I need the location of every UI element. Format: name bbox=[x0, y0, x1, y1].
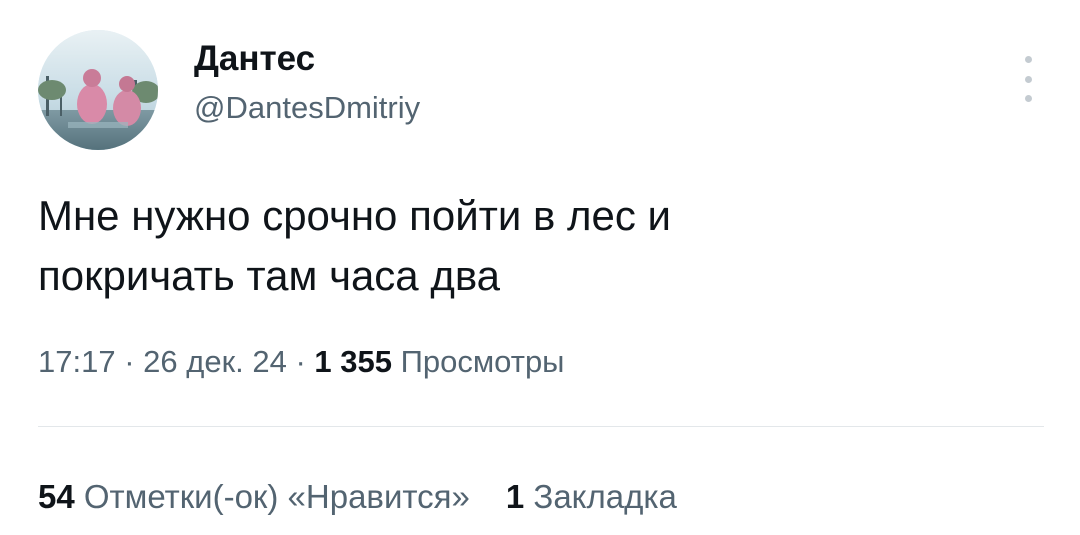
bookmarks-stat[interactable]: 1 Закладка bbox=[506, 478, 677, 515]
meta-separator: · bbox=[115, 344, 144, 379]
more-dot bbox=[1024, 75, 1032, 83]
more-vertical-icon[interactable] bbox=[1018, 56, 1038, 102]
divider bbox=[38, 426, 1044, 427]
bookmarks-count: 1 bbox=[505, 478, 525, 515]
more-dot bbox=[1024, 95, 1032, 102]
tweet-date[interactable]: 26 дек. 24 bbox=[143, 344, 287, 379]
author-block: Дантес @DantesDmitriy bbox=[194, 38, 420, 130]
user-handle[interactable]: @DantesDmitriy bbox=[194, 86, 420, 130]
tweet-text-line: покричать там часа два bbox=[38, 252, 501, 299]
tweet-card: Дантес @DantesDmitriy Мне нужно срочно п… bbox=[0, 0, 1080, 535]
bookmarks-label: Закладка bbox=[533, 478, 677, 515]
tweet-meta: 17:17 · 26 дек. 24 · 1 355 Просмотры bbox=[38, 340, 564, 384]
views-label: Просмотры bbox=[400, 344, 565, 379]
more-dot bbox=[1024, 56, 1032, 63]
avatar-image bbox=[38, 30, 158, 150]
display-name[interactable]: Дантес bbox=[194, 38, 420, 80]
likes-label: Отметки(-ок) «Нравится» bbox=[83, 478, 470, 515]
tweet-header: Дантес @DantesDmitriy bbox=[38, 30, 1048, 152]
avatar[interactable] bbox=[38, 30, 158, 150]
likes-stat[interactable]: 54 Отметки(-ок) «Нравится» bbox=[38, 478, 470, 515]
tweet-time[interactable]: 17:17 bbox=[38, 344, 116, 379]
tweet-text: Мне нужно срочно пойти в лес и покричать… bbox=[38, 186, 1038, 306]
engagement-stats: 54 Отметки(-ок) «Нравится» 1 Закладка bbox=[38, 474, 677, 520]
likes-count: 54 bbox=[38, 478, 75, 515]
tweet-text-line: Мне нужно срочно пойти в лес и bbox=[38, 192, 671, 239]
meta-separator: · bbox=[286, 344, 315, 379]
views-count: 1 355 bbox=[314, 344, 392, 379]
